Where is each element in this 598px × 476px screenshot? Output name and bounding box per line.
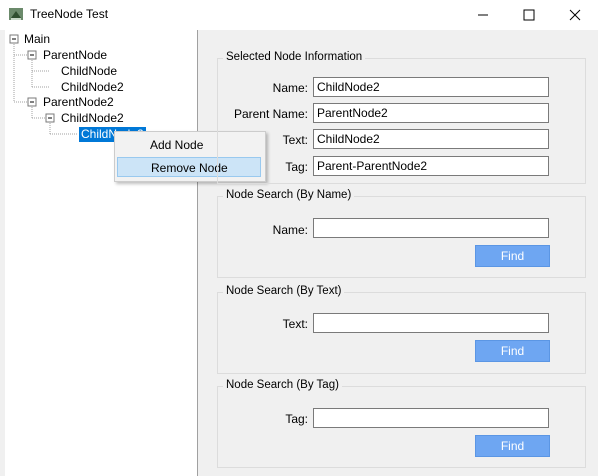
- search-text-input[interactable]: [313, 313, 549, 333]
- text-label: Text:: [282, 133, 308, 147]
- search-name-group-title: Node Search (By Name): [223, 189, 355, 201]
- tree-node-childnode2[interactable]: ChildNode2: [61, 80, 124, 95]
- search-text-label: Text:: [282, 317, 308, 331]
- maximize-button[interactable]: [506, 0, 552, 30]
- search-tag-label: Tag:: [285, 412, 308, 426]
- app-tree-icon: [9, 8, 23, 20]
- find-by-tag-button[interactable]: Find: [475, 435, 550, 457]
- search-text-group-title: Node Search (By Text): [223, 285, 345, 297]
- minimize-icon: [478, 14, 488, 16]
- title-bar: TreeNode Test: [0, 0, 598, 30]
- selected-name-field[interactable]: ChildNode2: [313, 77, 549, 97]
- search-name-label: Name:: [272, 223, 308, 237]
- name-label: Name:: [272, 81, 308, 95]
- search-tag-input[interactable]: [313, 408, 549, 428]
- window-title: TreeNode Test: [30, 7, 109, 21]
- close-icon: [569, 9, 581, 21]
- tag-label: Tag:: [285, 160, 308, 174]
- tree-node-main[interactable]: Main: [24, 32, 50, 47]
- selected-text-field[interactable]: ChildNode2: [313, 129, 549, 149]
- find-by-name-button[interactable]: Find: [475, 245, 550, 267]
- tree-node-parentnode[interactable]: ParentNode: [43, 48, 107, 63]
- close-button[interactable]: [552, 0, 598, 30]
- maximize-icon: [523, 9, 535, 21]
- tree-node-childnode[interactable]: ChildNode: [61, 64, 117, 79]
- selected-tag-field[interactable]: Parent-ParentNode2: [313, 156, 549, 176]
- tree-node-parentnode2[interactable]: ParentNode2: [43, 95, 114, 110]
- minimize-button[interactable]: [460, 0, 506, 30]
- search-name-input[interactable]: [313, 218, 549, 238]
- find-by-text-button[interactable]: Find: [475, 340, 550, 362]
- tree-view[interactable]: Main ParentNode ChildNode ChildNode2 Par…: [5, 30, 198, 476]
- selected-parent-field[interactable]: ParentNode2: [313, 103, 549, 123]
- menu-item-label: Add Node: [150, 138, 204, 152]
- selected-node-group-title: Selected Node Information: [223, 51, 366, 63]
- search-tag-group-title: Node Search (By Tag): [223, 379, 342, 391]
- tree-node-parentnode2-childnode2[interactable]: ChildNode2: [61, 111, 124, 126]
- parent-name-label: Parent Name:: [233, 107, 308, 121]
